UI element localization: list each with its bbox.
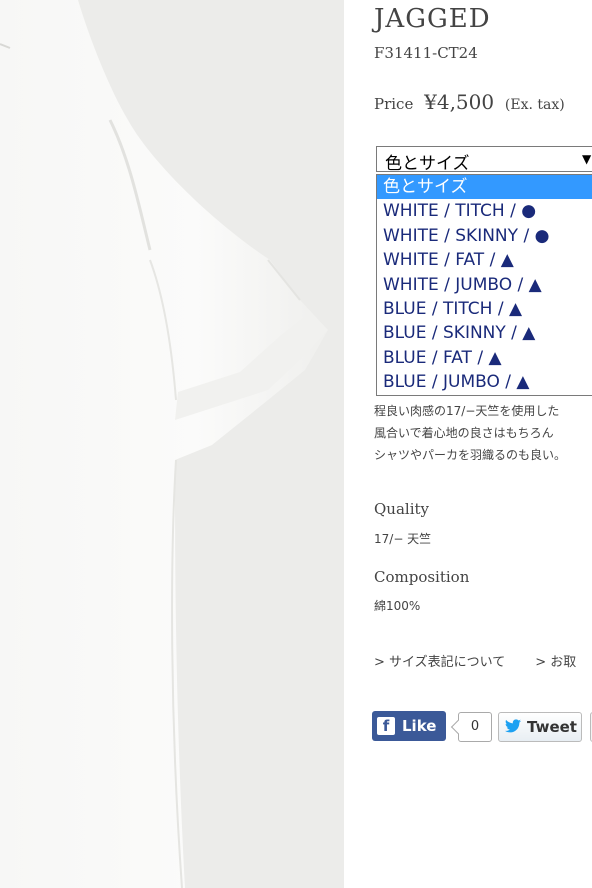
price-prefix: Price — [374, 95, 414, 113]
select-current-value: 色とサイズ — [385, 154, 470, 174]
select-option[interactable]: WHITE / SKINNY / ● — [377, 224, 592, 248]
quality-label: Quality — [374, 500, 429, 518]
product-info-panel: JAGGED F31411-CT24 Price ¥4,500 (Ex. tax… — [344, 0, 592, 888]
description-line: 程良い肉感の17/−天竺を使用した — [374, 404, 560, 418]
select-option[interactable]: WHITE / JUMBO / ▲ — [377, 273, 592, 297]
select-option[interactable]: BLUE / TITCH / ▲ — [377, 297, 592, 321]
tweet-label: Tweet — [527, 718, 577, 736]
like-label: Like — [402, 717, 437, 735]
price-line: Price ¥4,500 (Ex. tax) — [374, 90, 565, 114]
select-option[interactable]: WHITE / FAT / ▲ — [377, 248, 592, 272]
quality-value: 17/− 天竺 — [374, 532, 432, 546]
description-line: 風合いで着心地の良さはもちろん — [374, 426, 554, 440]
facebook-icon: f — [377, 717, 395, 735]
size-guide-link[interactable]: > サイズ表記について — [374, 655, 505, 670]
product-title: JAGGED — [374, 4, 491, 34]
select-option[interactable]: WHITE / TITCH / ● — [377, 199, 592, 223]
other-info-link[interactable]: > お取 — [535, 655, 576, 670]
tshirt-image — [0, 0, 328, 888]
tweet-button[interactable]: Tweet — [498, 712, 582, 742]
select-option[interactable]: BLUE / SKINNY / ▲ — [377, 321, 592, 345]
facebook-like-button[interactable]: f Like — [372, 711, 446, 741]
info-links: > サイズ表記について > お取 — [374, 651, 576, 670]
composition-value: 綿100% — [374, 599, 421, 613]
select-options-list[interactable]: 色とサイズ WHITE / TITCH / ● WHITE / SKINNY /… — [376, 174, 592, 396]
select-option[interactable]: 色とサイズ — [377, 175, 592, 200]
select-option[interactable]: BLUE / JUMBO / ▲ — [377, 370, 592, 394]
product-code: F31411-CT24 — [374, 44, 478, 62]
description-line: シャツやパーカを羽織るのも良い。 — [374, 448, 567, 462]
product-description: 程良い肉感の17/−天竺を使用した 風合いで着心地の良さはもちろん シャツやパー… — [374, 400, 592, 466]
price-tax-note: (Ex. tax) — [504, 97, 565, 113]
like-count: 0 — [458, 712, 492, 742]
chevron-down-icon[interactable]: ▼ — [582, 152, 591, 166]
product-photo — [0, 0, 344, 888]
twitter-bird-icon — [505, 719, 521, 733]
select-option[interactable]: BLUE / FAT / ▲ — [377, 346, 592, 370]
price-amount: ¥4,500 — [424, 90, 495, 114]
color-size-select[interactable]: 色とサイズ ▼ — [376, 146, 592, 174]
composition-label: Composition — [374, 568, 470, 586]
